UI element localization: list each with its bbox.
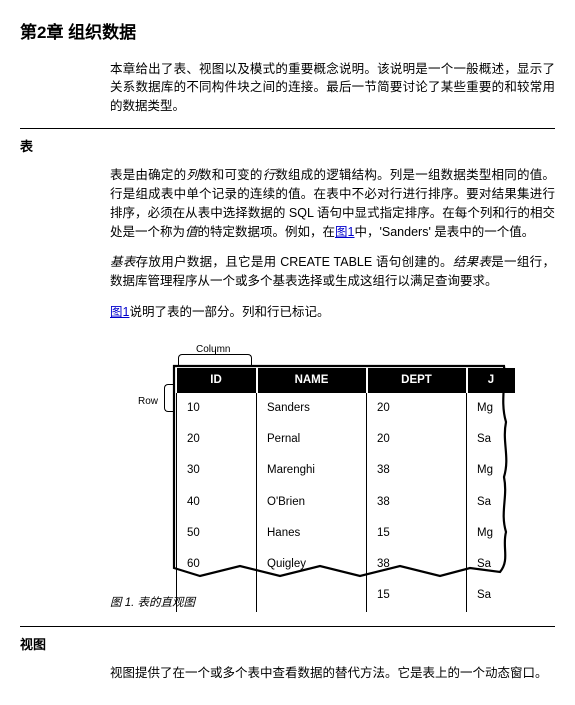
chapter-intro: 本章给出了表、视图以及模式的重要概念说明。该说明是一个一般概述，显示了关系数据库… <box>110 60 555 116</box>
text: 中，'Sanders' 是表中的一个值。 <box>355 225 535 239</box>
table-cell: Sa <box>467 580 515 611</box>
table-row: 50Hanes15Mg <box>177 518 515 549</box>
table-row: 60Quigley38Sa <box>177 549 515 580</box>
table-cell: Sa <box>467 549 515 580</box>
table-cell: 38 <box>367 549 467 580</box>
table-cell: 60 <box>177 549 257 580</box>
table-row: 15Sa <box>177 580 515 611</box>
text-italic: 结果表 <box>453 255 491 269</box>
table-cell: 30 <box>177 455 257 486</box>
table-cell: 50 <box>177 518 257 549</box>
table-cell: 20 <box>367 393 467 424</box>
table-cell: Marenghi <box>257 455 367 486</box>
table-row: 20Pernal20Sa <box>177 424 515 455</box>
text: 数和可变的 <box>199 168 263 182</box>
table-row: 40O'Brien38Sa <box>177 487 515 518</box>
table-row: 10Sanders20Mg <box>177 393 515 424</box>
row-label: Row <box>138 394 158 409</box>
paragraph-table-3: 图1说明了表的一部分。列和行已标记。 <box>110 303 555 322</box>
table-header-cell: J <box>467 368 515 393</box>
table-cell: 15 <box>367 580 467 611</box>
text: 的特定数据项。例如，在 <box>198 225 336 239</box>
table-cell: 38 <box>367 455 467 486</box>
table-body: 10Sanders20Mg20Pernal20Sa30Marenghi38Mg4… <box>177 393 515 612</box>
data-table: IDNAMEDEPTJ 10Sanders20Mg20Pernal20Sa30M… <box>176 368 515 612</box>
paragraph-table-1: 表是由确定的列数和可变的行数组成的逻辑结构。列是一组数据类型相同的值。行是组成表… <box>110 166 555 241</box>
figure: Column Row IDNAMEDEPTJ 10Sanders20Mg20Pe… <box>140 342 520 587</box>
table-cell: Quigley <box>257 549 367 580</box>
table-cell: 20 <box>367 424 467 455</box>
table-cell: 15 <box>367 518 467 549</box>
table-cell: Hanes <box>257 518 367 549</box>
table-cell: Mg <box>467 518 515 549</box>
table-row: 30Marenghi38Mg <box>177 455 515 486</box>
text-italic: 行 <box>263 168 276 182</box>
table-cell: O'Brien <box>257 487 367 518</box>
section-heading-view: 视图 <box>20 635 555 655</box>
table-header-cell: DEPT <box>367 368 467 393</box>
section-heading-table: 表 <box>20 137 555 157</box>
table-cell <box>177 580 257 611</box>
table-cell: Sa <box>467 424 515 455</box>
table-header-cell: NAME <box>257 368 367 393</box>
table-cell: 10 <box>177 393 257 424</box>
paragraph-table-2: 基表存放用户数据，且它是用 CREATE TABLE 语句创建的。结果表是一组行… <box>110 253 555 291</box>
table-cell: 38 <box>367 487 467 518</box>
divider <box>20 626 555 627</box>
figure-link[interactable]: 图1 <box>335 225 354 239</box>
text: 存放用户数据，且它是用 CREATE TABLE 语句创建的。 <box>136 255 453 269</box>
divider <box>20 128 555 129</box>
table-cell: Mg <box>467 455 515 486</box>
figure-link[interactable]: 图1 <box>110 305 129 319</box>
table-header-cell: ID <box>177 368 257 393</box>
table-cell: 40 <box>177 487 257 518</box>
chapter-title: 第2章 组织数据 <box>20 20 555 46</box>
text-italic: 基表 <box>110 255 136 269</box>
table-cell: Sa <box>467 487 515 518</box>
table-cell: Mg <box>467 393 515 424</box>
table-header-row: IDNAMEDEPTJ <box>177 368 515 393</box>
text-italic: 列 <box>186 168 199 182</box>
table-cell: Sanders <box>257 393 367 424</box>
table-cell: 20 <box>177 424 257 455</box>
text: 说明了表的一部分。列和行已标记。 <box>129 305 329 319</box>
paragraph-view-1: 视图提供了在一个或多个表中查看数据的替代方法。它是表上的一个动态窗口。 <box>110 664 555 683</box>
text: 表是由确定的 <box>110 168 186 182</box>
table-cell <box>257 580 367 611</box>
table-cell: Pernal <box>257 424 367 455</box>
text-italic: 值 <box>185 225 198 239</box>
